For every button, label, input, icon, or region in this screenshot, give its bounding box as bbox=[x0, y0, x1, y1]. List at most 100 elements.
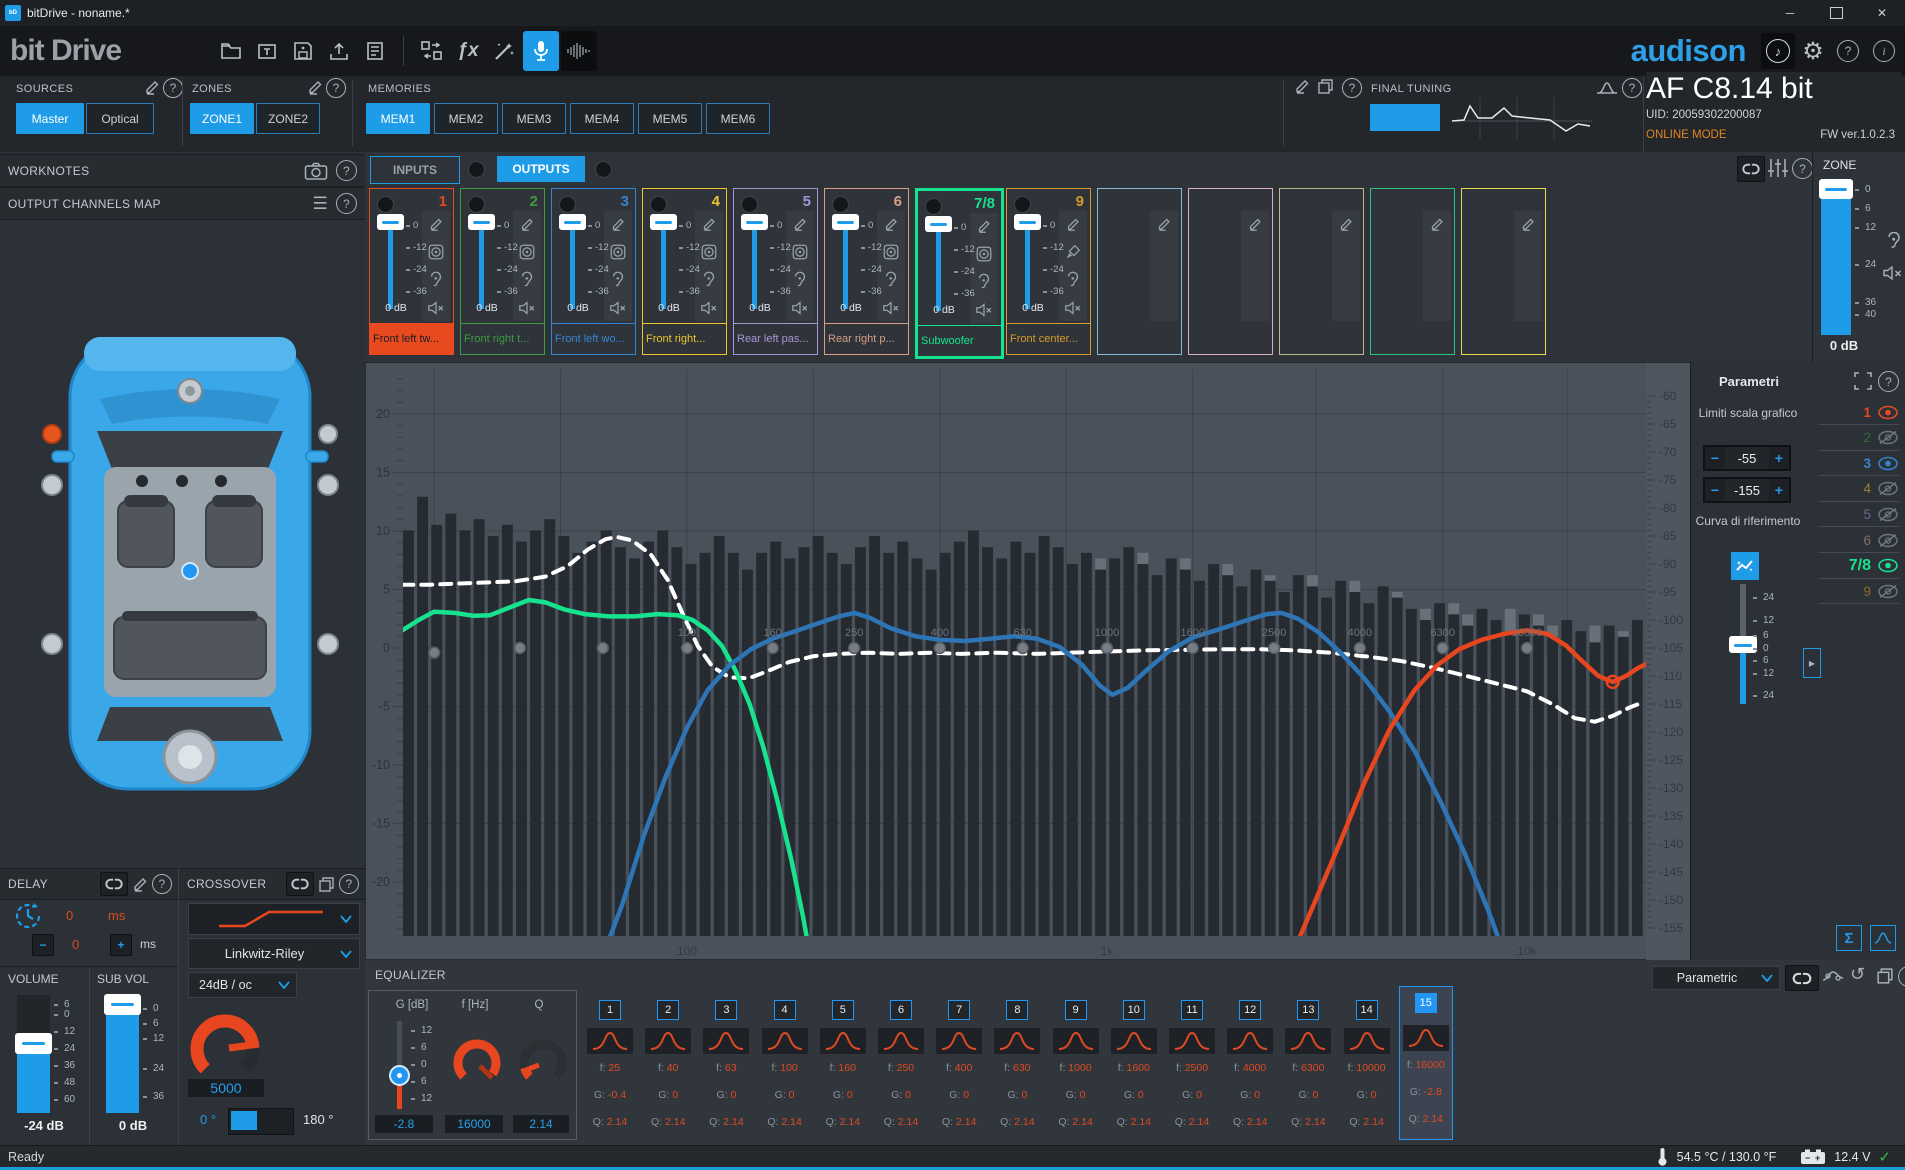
eq-point-dot[interactable] bbox=[1437, 643, 1448, 654]
memory-2-button[interactable]: MEM2 bbox=[434, 103, 498, 134]
help-icon[interactable]: ? bbox=[1835, 38, 1861, 64]
channel-edit-icon[interactable] bbox=[427, 215, 445, 233]
channel-strip-empty-2[interactable] bbox=[1188, 188, 1273, 355]
eq-band-12[interactable]: 12f: 4000G: 0Q: 2.14 bbox=[1224, 990, 1276, 1135]
eq-band-number[interactable]: 4 bbox=[774, 1000, 796, 1020]
delay-help-icon[interactable]: ? bbox=[152, 874, 172, 894]
memory-4-button[interactable]: MEM4 bbox=[570, 103, 634, 134]
new-config-icon[interactable] bbox=[254, 38, 280, 64]
channel-fader-handle[interactable] bbox=[468, 214, 495, 230]
worknotes-help-icon[interactable]: ? bbox=[336, 160, 357, 181]
eq-band-number[interactable]: 7 bbox=[948, 1000, 970, 1020]
memory-1-button[interactable]: MEM1 bbox=[366, 103, 430, 134]
channel-listen-icon[interactable] bbox=[791, 271, 809, 289]
channel-strip-5[interactable]: 50-12-24-360 dBRear left pas... bbox=[733, 188, 818, 355]
eq-band-7[interactable]: 7f: 400G: 0Q: 2.14 bbox=[933, 990, 985, 1135]
phase-toggle[interactable] bbox=[228, 1108, 294, 1135]
eq-point-dot[interactable] bbox=[682, 643, 693, 654]
eq-band-number[interactable]: 9 bbox=[1065, 1000, 1087, 1020]
channel-strip-3[interactable]: 30-12-24-360 dBFront left wo... bbox=[551, 188, 636, 355]
settings-gear-icon[interactable]: ⚙ bbox=[1800, 38, 1826, 64]
eq-band-number[interactable]: 2 bbox=[657, 1000, 679, 1020]
eq-band-6[interactable]: 6f: 250G: 0Q: 2.14 bbox=[875, 990, 927, 1135]
memory-3-button[interactable]: MEM3 bbox=[502, 103, 566, 134]
channel-strip-empty-4[interactable] bbox=[1370, 188, 1455, 355]
eq-band-1[interactable]: 1f: 25G: -0.4Q: 2.14 bbox=[584, 990, 636, 1135]
channel-edit-icon[interactable] bbox=[1155, 215, 1173, 233]
zone-help-icon[interactable]: ? bbox=[1792, 158, 1813, 179]
channel-visibility-row-3[interactable]: 3 bbox=[1819, 451, 1899, 476]
delay-minus-button[interactable]: − bbox=[32, 934, 54, 956]
limit-max-minus-button[interactable]: − bbox=[1705, 447, 1725, 469]
eq-point-dot[interactable] bbox=[1354, 643, 1365, 654]
auto-tune-wand-icon[interactable] bbox=[491, 38, 517, 64]
channel-strip-empty-1[interactable] bbox=[1097, 188, 1182, 355]
eq-band-4[interactable]: 4f: 100G: 0Q: 2.14 bbox=[759, 990, 811, 1135]
fullscreen-icon[interactable] bbox=[1853, 371, 1873, 391]
channel-strip-2[interactable]: 20-12-24-360 dBFront right t... bbox=[460, 188, 545, 355]
channel-speaker-icon[interactable] bbox=[791, 243, 809, 261]
crossover-filter-dropdown[interactable] bbox=[188, 903, 360, 935]
worknotes-camera-icon[interactable] bbox=[304, 161, 328, 181]
channel-mute-icon[interactable] bbox=[791, 299, 809, 317]
channel-strip-9[interactable]: 90-12-24-360 dBFront center... bbox=[1006, 188, 1091, 355]
zones-help-icon[interactable]: ? bbox=[326, 78, 346, 98]
channel-speaker-icon[interactable] bbox=[975, 245, 993, 263]
delay-link-icon[interactable] bbox=[100, 872, 128, 896]
eq-point-dot[interactable] bbox=[429, 647, 440, 658]
eq-band-11[interactable]: 11f: 2500G: 0Q: 2.14 bbox=[1166, 990, 1218, 1135]
close-button[interactable]: ✕ bbox=[1859, 0, 1905, 26]
tab-inputs[interactable]: INPUTS bbox=[370, 156, 460, 184]
channel-mute-icon[interactable] bbox=[609, 299, 627, 317]
channel-listen-icon[interactable] bbox=[518, 271, 536, 289]
sources-help-icon[interactable]: ? bbox=[163, 78, 183, 98]
channel-edit-icon[interactable] bbox=[1246, 215, 1264, 233]
channel-strip-4[interactable]: 40-12-24-360 dBFront right... bbox=[642, 188, 727, 355]
channel-speaker-icon[interactable] bbox=[518, 243, 536, 261]
eye-off-icon[interactable] bbox=[1877, 533, 1899, 548]
save-icon[interactable] bbox=[290, 38, 316, 64]
subvol-slider[interactable] bbox=[106, 995, 139, 1113]
eq-band-5[interactable]: 5f: 160G: 0Q: 2.14 bbox=[817, 990, 869, 1135]
channel-fader-handle[interactable] bbox=[832, 214, 859, 230]
channel-visibility-row-1[interactable]: 1 bbox=[1819, 400, 1899, 425]
eq-band-number[interactable]: 5 bbox=[832, 1000, 854, 1020]
channel-mute-icon[interactable] bbox=[427, 299, 445, 317]
eq-band-number[interactable]: 1 bbox=[599, 1000, 621, 1020]
channel-edit-icon[interactable] bbox=[1428, 215, 1446, 233]
eq-band-3[interactable]: 3f: 63G: 0Q: 2.14 bbox=[700, 990, 752, 1135]
eq-point-dot[interactable] bbox=[1102, 643, 1113, 654]
volume-slider-handle[interactable] bbox=[15, 1033, 52, 1054]
io-routing-icon[interactable] bbox=[419, 38, 445, 64]
eq-point-dot[interactable] bbox=[849, 643, 860, 654]
eq-band-2[interactable]: 2f: 40G: 0Q: 2.14 bbox=[642, 990, 694, 1135]
crossover-type-dropdown[interactable]: Linkwitz-Riley bbox=[188, 938, 360, 969]
eq-band-15[interactable]: 15f: 16000G: -2.8Q: 2.14 bbox=[1399, 986, 1453, 1140]
channel-fader-track[interactable] bbox=[843, 229, 848, 309]
eq-mode-dropdown[interactable]: Parametric bbox=[1652, 966, 1780, 990]
channel-listen-icon[interactable] bbox=[700, 271, 718, 289]
eq-band-number[interactable]: 10 bbox=[1123, 1000, 1145, 1020]
channel-listen-icon[interactable] bbox=[975, 273, 993, 291]
eq-point-dot[interactable] bbox=[767, 643, 778, 654]
zone-slider[interactable] bbox=[1821, 180, 1851, 335]
channel-edit-icon[interactable] bbox=[882, 215, 900, 233]
channel-fader-handle[interactable] bbox=[741, 214, 768, 230]
channel-edit-icon[interactable] bbox=[518, 215, 536, 233]
channel-fader-handle[interactable] bbox=[377, 214, 404, 230]
source-master-button[interactable]: Master bbox=[16, 103, 84, 134]
eye-off-icon[interactable] bbox=[1877, 507, 1899, 522]
eye-off-icon[interactable] bbox=[1877, 481, 1899, 496]
channel-visibility-row-9[interactable]: 9 bbox=[1819, 579, 1899, 604]
rta-analyzer-button[interactable] bbox=[561, 31, 597, 71]
channel-edit-icon[interactable] bbox=[1064, 215, 1082, 233]
eq-band-number[interactable]: 3 bbox=[715, 1000, 737, 1020]
channel-speaker-icon[interactable] bbox=[609, 243, 627, 261]
eq-point-dot[interactable] bbox=[514, 643, 525, 654]
limit-max-plus-button[interactable]: + bbox=[1769, 447, 1789, 469]
info-icon[interactable]: i bbox=[1871, 38, 1897, 64]
music-note-button[interactable]: ♪ bbox=[1761, 33, 1795, 69]
channel-mute-icon[interactable] bbox=[1064, 299, 1082, 317]
reference-level-slider[interactable] bbox=[1740, 584, 1746, 704]
eq-point-dot[interactable] bbox=[1522, 643, 1533, 654]
